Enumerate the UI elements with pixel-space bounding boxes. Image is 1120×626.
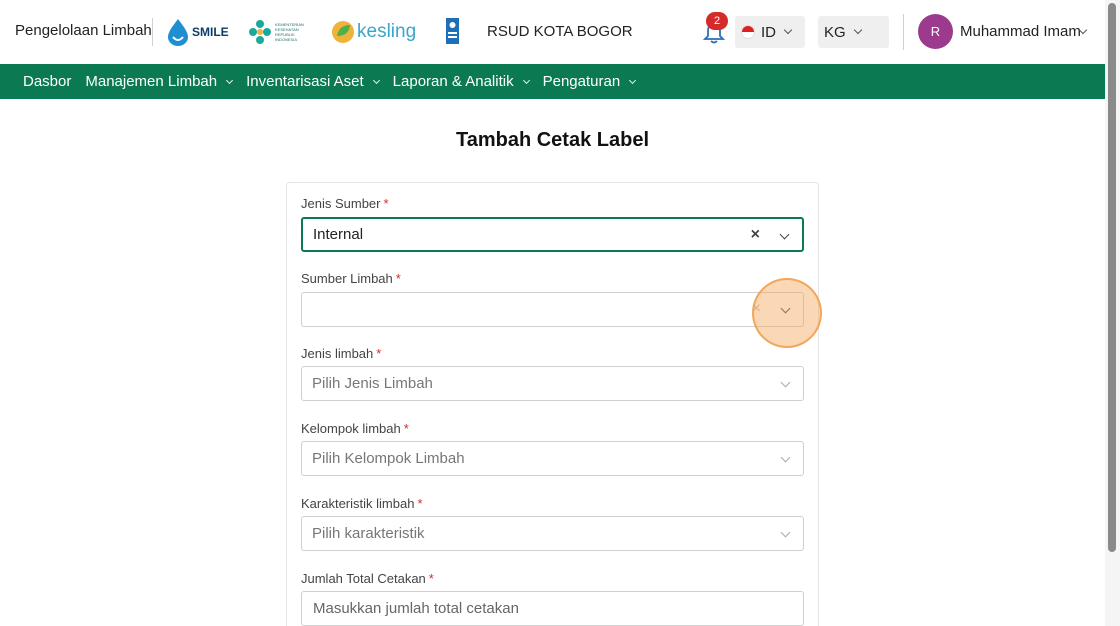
required-marker: * (417, 496, 423, 511)
field-label-text: Jenis limbah (301, 346, 374, 361)
nav-item-manajemen-limbah[interactable]: Manajemen Limbah (85, 73, 234, 90)
kelompok-limbah-select[interactable]: Pilih Kelompok Limbah (301, 441, 804, 476)
kemenkes-logo: KEMENTERIAN KESEHATAN REPUBLIK INDONESIA (247, 18, 305, 46)
nav-item-pengaturan[interactable]: Pengaturan (542, 73, 637, 90)
chevron-down-icon[interactable] (779, 229, 790, 240)
chevron-down-icon (629, 76, 637, 84)
clear-icon[interactable]: × (751, 226, 760, 244)
kesling-logo-text: kesling (357, 21, 417, 42)
kelompok-limbah-placeholder: Pilih Kelompok Limbah (312, 450, 465, 467)
app-title: Pengelolaan Limbah (15, 22, 152, 39)
click-highlight (752, 278, 822, 348)
karakteristik-limbah-select[interactable]: Pilih karakteristik (301, 516, 804, 551)
undp-icon (446, 18, 459, 44)
user-name[interactable]: Muhammad Imam (960, 23, 1081, 40)
chevron-down-icon (372, 76, 380, 84)
smile-logo: SMILE (166, 18, 229, 46)
scrollbar-thumb[interactable] (1108, 3, 1116, 552)
nav-item-inventarisasi-aset[interactable]: Inventarisasi Aset (246, 73, 380, 90)
jenis-limbah-label: Jenis limbah * (301, 346, 381, 361)
chevron-down-icon[interactable] (780, 452, 791, 463)
undp-logo (446, 18, 459, 44)
field-label-text: Kelompok limbah (301, 421, 401, 436)
header-divider (152, 18, 153, 46)
nav-item-label: Pengaturan (542, 73, 621, 90)
avatar-initial: R (930, 24, 941, 39)
sumber-limbah-label: Sumber Limbah * (301, 271, 401, 286)
nav-item-label: Dasbor (23, 73, 72, 90)
kemenkes-logo-text: KEMENTERIAN KESEHATAN REPUBLIK INDONESIA (275, 22, 304, 42)
top-header: Pengelolaan Limbah SMILE KEMENTERIAN KES… (0, 0, 1105, 64)
required-marker: * (403, 421, 409, 436)
notification-badge: 2 (706, 12, 728, 30)
chevron-down-icon[interactable] (780, 527, 791, 538)
indonesia-flag-icon (741, 25, 755, 39)
required-marker: * (376, 346, 382, 361)
jumlah-total-cetakan-placeholder: Masukkan jumlah total cetakan (313, 600, 519, 617)
required-marker: * (428, 571, 434, 586)
field-label-text: Karakteristik limbah (301, 496, 415, 511)
field-label-text: Sumber Limbah (301, 271, 393, 286)
field-label-text: Jenis Sumber (301, 196, 381, 211)
jenis-sumber-select[interactable]: Internal × (301, 217, 804, 252)
kelompok-limbah-label: Kelompok limbah * (301, 421, 409, 436)
language-value: ID (761, 23, 776, 41)
required-marker: * (395, 271, 401, 286)
jenis-sumber-value: Internal (313, 226, 364, 243)
unit-selector[interactable]: KG (818, 16, 889, 48)
jumlah-total-cetakan-label: Jumlah Total Cetakan * (301, 571, 434, 586)
kesling-leaf-icon (332, 21, 354, 43)
chevron-down-icon (783, 25, 793, 35)
nav-item-laporan-analitik[interactable]: Laporan & Analitik (392, 73, 530, 90)
jenis-limbah-select[interactable]: Pilih Jenis Limbah (301, 366, 804, 401)
jumlah-total-cetakan-input[interactable]: Masukkan jumlah total cetakan (301, 591, 804, 626)
required-marker: * (383, 196, 389, 211)
header-divider (903, 14, 904, 50)
unit-value: KG (824, 23, 846, 41)
smile-logo-text: SMILE (192, 25, 229, 39)
nav-item-dasbor[interactable]: Dasbor (23, 73, 71, 90)
nav-item-label: Manajemen Limbah (85, 73, 218, 90)
smile-drop-icon (168, 19, 188, 46)
hospital-name: RSUD KOTA BOGOR (487, 23, 633, 40)
chevron-down-icon (226, 76, 234, 84)
main-nav: Dasbor Manajemen Limbah Inventarisasi As… (0, 64, 1105, 99)
kemenkes-icon (249, 20, 271, 44)
nav-item-label: Inventarisasi Aset (246, 73, 364, 90)
page-title: Tambah Cetak Label (455, 129, 650, 151)
field-label-text: Jumlah Total Cetakan (301, 571, 426, 586)
language-selector[interactable]: ID (735, 16, 805, 48)
chevron-down-icon (522, 76, 530, 84)
jenis-limbah-placeholder: Pilih Jenis Limbah (312, 375, 433, 392)
kesling-logo: kesling (331, 19, 416, 45)
nav-item-label: Laporan & Analitik (392, 73, 514, 90)
chevron-down-icon[interactable] (780, 377, 791, 388)
jenis-sumber-label: Jenis Sumber * (301, 196, 389, 211)
sumber-limbah-select[interactable]: × (301, 292, 804, 327)
karakteristik-limbah-placeholder: Pilih karakteristik (312, 525, 425, 542)
chevron-down-icon (853, 25, 862, 35)
karakteristik-limbah-label: Karakteristik limbah * (301, 496, 423, 511)
avatar[interactable]: R (918, 14, 953, 49)
